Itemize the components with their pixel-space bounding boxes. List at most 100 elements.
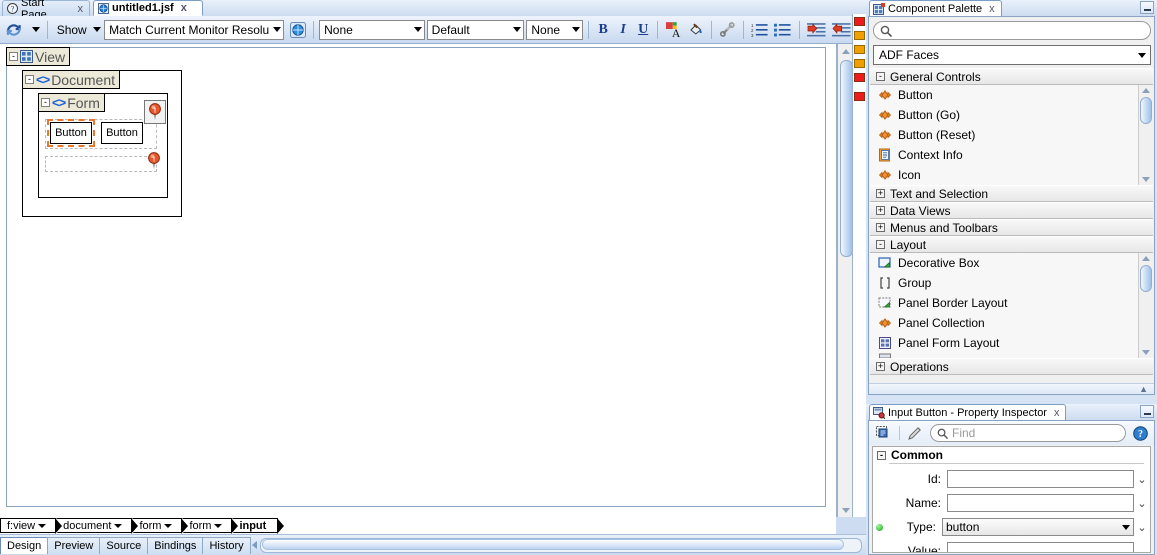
document-tab-untitled1[interactable]: untitled1.jsf x	[93, 0, 203, 16]
tab-history[interactable]: History	[202, 536, 251, 554]
breadcrumb-item-document[interactable]: document	[56, 518, 133, 533]
view-node-tag[interactable]: - View	[6, 47, 71, 66]
collapse-icon[interactable]: -	[25, 75, 34, 84]
palette-library-select[interactable]: ADF Faces	[873, 45, 1151, 65]
scroll-up-button[interactable]	[838, 44, 853, 58]
tab-bindings[interactable]: Bindings	[147, 536, 204, 554]
unordered-list-button[interactable]	[771, 19, 795, 41]
expand-icon[interactable]: +	[876, 362, 885, 371]
editor-vertical-scrollbar[interactable]	[837, 44, 853, 517]
scrollbar-track[interactable]	[259, 537, 862, 553]
palette-list-scrollbar-layout[interactable]	[1138, 253, 1153, 358]
chevron-down-icon[interactable]: ⌄	[1134, 473, 1150, 486]
property-input-id[interactable]	[947, 470, 1134, 488]
palette-group-operations[interactable]: + Operations	[870, 358, 1153, 375]
palette-item-panel-border-layout[interactable]: Panel Border Layout	[870, 293, 1153, 313]
palette-resize-grip[interactable]: ▲	[869, 383, 1154, 394]
style-class-select[interactable]: None	[319, 19, 425, 40]
palette-item-button-go[interactable]: Button (Go)	[870, 105, 1153, 125]
error-marker[interactable]	[854, 92, 865, 101]
palette-item-button-reset[interactable]: Button (Reset)	[870, 125, 1153, 145]
palette-search-input[interactable]	[873, 21, 1151, 40]
input-button-2[interactable]: Button	[101, 122, 143, 144]
tab-design[interactable]: Design	[0, 536, 49, 554]
form-row-2[interactable]	[45, 156, 157, 172]
italic-button[interactable]: I	[613, 19, 633, 41]
palette-group-layout[interactable]: - Layout	[870, 236, 1153, 253]
palette-item-panel-collection[interactable]: Panel Collection	[870, 313, 1153, 333]
property-input-name[interactable]	[947, 494, 1134, 512]
expand-icon[interactable]: +	[876, 206, 885, 215]
edit-button[interactable]	[905, 424, 925, 442]
expand-icon[interactable]: +	[876, 223, 885, 232]
close-icon[interactable]: x	[74, 3, 84, 15]
expand-icon[interactable]: +	[876, 189, 885, 198]
palette-item-icon[interactable]: Icon	[870, 165, 1153, 185]
warning-pin-icon-2[interactable]: !	[147, 152, 161, 170]
scroll-up-button[interactable]	[1139, 85, 1152, 96]
scrollbar-thumb[interactable]	[261, 538, 844, 550]
font-family-select[interactable]: Default	[426, 19, 525, 40]
warning-marker[interactable]	[854, 59, 865, 68]
refresh-preview-button[interactable]	[2, 19, 26, 41]
property-select-type[interactable]: button	[942, 518, 1134, 536]
error-marker[interactable]	[854, 73, 865, 82]
browser-preview-button[interactable]	[287, 19, 309, 41]
property-input-value[interactable]	[947, 542, 1134, 552]
close-icon[interactable]: x	[1050, 407, 1060, 419]
bold-button[interactable]: B	[593, 19, 613, 41]
error-marker[interactable]	[854, 17, 865, 26]
palette-group-text-and-selection[interactable]: + Text and Selection	[870, 185, 1153, 202]
property-inspector-minimize-button[interactable]	[1140, 405, 1154, 418]
link-button[interactable]	[716, 19, 739, 41]
palette-list-scrollbar-general[interactable]	[1138, 85, 1153, 185]
collapse-icon[interactable]: -	[876, 72, 885, 81]
scroll-down-button[interactable]	[838, 503, 853, 517]
input-button-selected[interactable]: Button	[47, 119, 95, 147]
warning-marker[interactable]	[854, 45, 865, 54]
font-color-button[interactable]: A	[662, 19, 685, 41]
palette-item-group[interactable]: Group	[870, 273, 1153, 293]
property-inspector-content[interactable]: - Common Id: ⌄ Name: ⌄ Type: button ⌄ Va…	[872, 446, 1151, 553]
tab-preview[interactable]: Preview	[47, 536, 101, 554]
form-node-tag[interactable]: - <> Form	[38, 93, 105, 112]
refresh-dropdown-button[interactable]	[26, 19, 44, 41]
document-node-tag[interactable]: - <> Document	[22, 70, 120, 89]
collapse-icon[interactable]: -	[876, 240, 885, 249]
fill-color-button[interactable]	[685, 19, 708, 41]
collapse-icon[interactable]: -	[9, 52, 18, 61]
warning-marker[interactable]	[854, 31, 865, 40]
palette-tab[interactable]: Component Palette x	[869, 0, 1002, 16]
palette-group-menus-and-toolbars[interactable]: + Menus and Toolbars	[870, 219, 1153, 236]
scrollbar-thumb[interactable]	[1140, 265, 1152, 292]
property-section-common[interactable]: - Common	[873, 447, 1150, 463]
breadcrumb-item-form-2[interactable]: form	[182, 518, 233, 533]
chevron-down-icon[interactable]: ⌄	[1134, 521, 1150, 534]
form-node[interactable]: - <> Form Button Button ! !	[38, 93, 168, 198]
close-icon[interactable]: x	[985, 3, 995, 15]
property-inspector-tab[interactable]: Input Button - Property Inspector x	[869, 404, 1067, 420]
ordered-list-button[interactable]: 1 2 3	[748, 19, 772, 41]
warning-marker-box-1[interactable]: !	[144, 100, 166, 124]
help-button[interactable]: ?	[1131, 424, 1149, 442]
scrollbar-thumb[interactable]	[1140, 97, 1152, 124]
palette-item-decorative-box[interactable]: Decorative Box	[870, 253, 1153, 273]
scroll-down-button[interactable]	[1139, 174, 1152, 185]
palette-minimize-button[interactable]	[1140, 1, 1154, 14]
document-tab-start-page[interactable]: ? Start Page x	[2, 0, 90, 21]
show-menu-button[interactable]: Show	[52, 19, 103, 41]
design-canvas[interactable]: - View - <> Document - <> Form Button Bu…	[0, 44, 837, 517]
chevron-down-icon[interactable]: ⌄	[1134, 545, 1150, 553]
scroll-left-button[interactable]	[251, 541, 257, 549]
font-size-select[interactable]: None	[526, 19, 584, 40]
selection-source-button[interactable]	[874, 424, 894, 442]
view-node[interactable]: - View - <> Document - <> Form Button Bu…	[6, 47, 826, 507]
palette-item-button[interactable]: Button	[870, 85, 1153, 105]
scroll-down-button[interactable]	[1139, 347, 1152, 358]
palette-item-context-info[interactable]: Context Info	[870, 145, 1153, 165]
breadcrumb-item-form-1[interactable]: form	[132, 518, 183, 533]
collapse-icon[interactable]: -	[41, 98, 50, 107]
scroll-up-button[interactable]	[1139, 253, 1152, 264]
close-icon[interactable]: x	[177, 2, 187, 14]
collapse-icon[interactable]: -	[877, 450, 886, 460]
